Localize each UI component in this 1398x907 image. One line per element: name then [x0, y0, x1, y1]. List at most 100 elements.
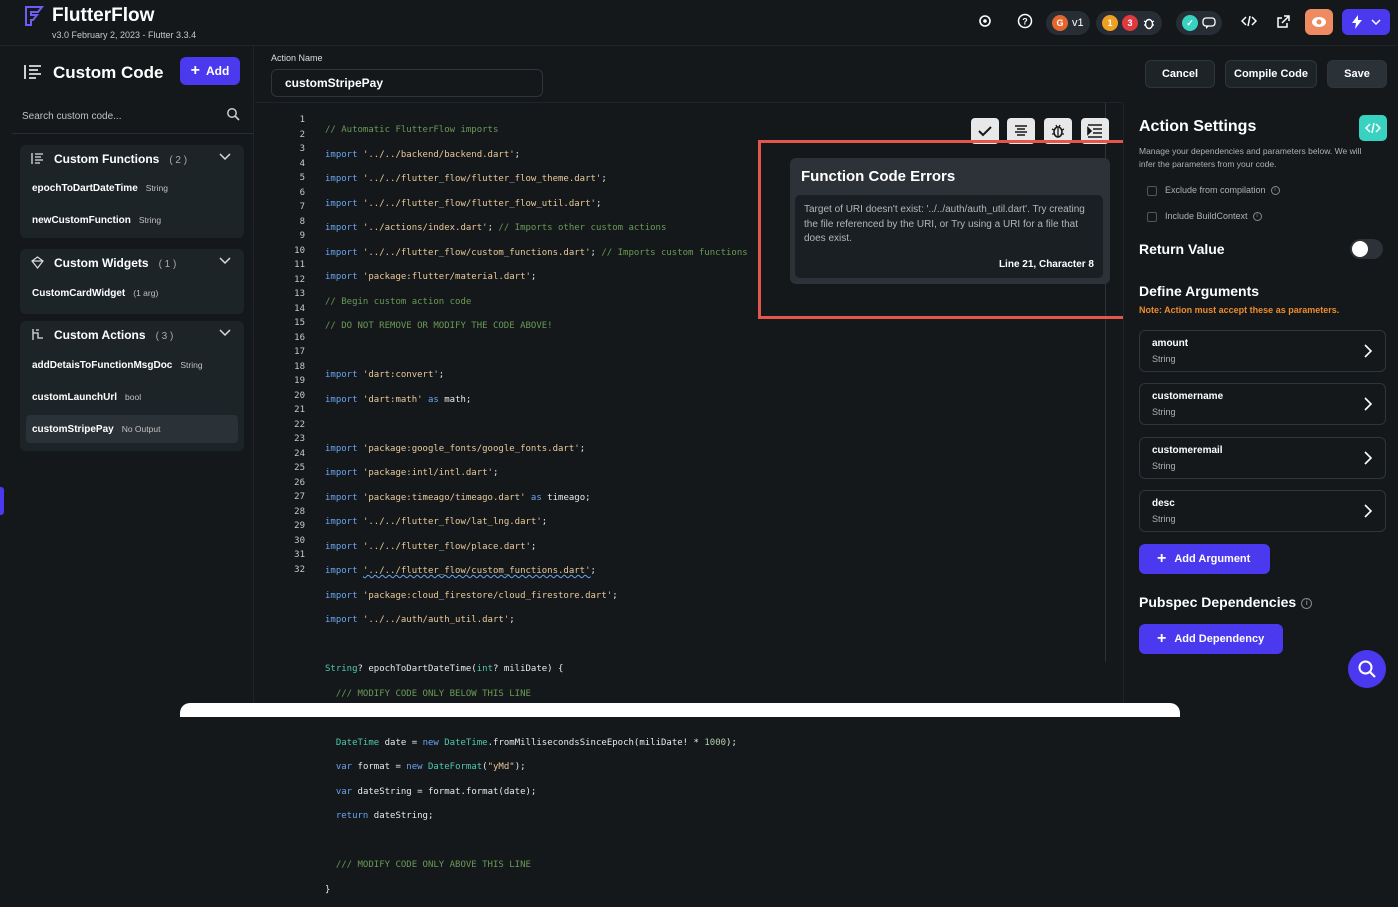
include-buildcontext-checkbox[interactable]: [1147, 212, 1157, 222]
error-item[interactable]: Target of URI doesn't exist: '../../auth…: [795, 195, 1103, 278]
code-view-icon[interactable]: [1239, 11, 1259, 31]
argument-name: desc: [1152, 498, 1175, 509]
line-number: 10: [294, 245, 305, 256]
item-type: String: [145, 183, 168, 193]
code-content[interactable]: // Automatic FlutterFlow imports import …: [325, 113, 748, 907]
search-icon[interactable]: [226, 107, 240, 121]
argument-row[interactable]: customername String: [1139, 383, 1386, 425]
add-argument-label: Add Argument: [1174, 553, 1251, 565]
item-name: addDetaisToFunctionMsgDoc: [32, 359, 173, 371]
function-list-icon: [31, 153, 43, 164]
search-box: [12, 98, 254, 134]
version-badge: v1: [1072, 17, 1084, 29]
align-center-icon: [1015, 125, 1027, 136]
info-icon[interactable]: i: [1301, 597, 1313, 609]
section-label: Custom Functions: [54, 152, 160, 166]
item-name: customLaunchUrl: [32, 391, 118, 403]
flutterflow-logo-icon: [25, 6, 45, 26]
help-search-button[interactable]: [1348, 650, 1386, 688]
search-input[interactable]: [22, 106, 222, 126]
line-number: 19: [294, 376, 305, 386]
line-number: 5: [299, 173, 305, 183]
sidebar-item-newcustomfunction[interactable]: newCustomFunction String: [26, 206, 238, 234]
error-count: 3: [1122, 15, 1138, 31]
line-number: 11: [294, 260, 305, 270]
line-number: 25: [294, 463, 305, 473]
plus-icon: +: [1157, 630, 1167, 647]
search-icon: [1358, 660, 1376, 678]
argument-row[interactable]: amount String: [1139, 330, 1386, 372]
argument-name: customeremail: [1152, 445, 1223, 456]
preview-button[interactable]: [1305, 9, 1333, 35]
add-button[interactable]: + Add: [180, 57, 240, 85]
sidebar-item-customcardwidget[interactable]: CustomCardWidget (1 arg): [26, 279, 238, 307]
chevron-down-icon[interactable]: [219, 153, 231, 161]
avatar-icon: G: [1052, 15, 1068, 31]
version-pill[interactable]: G v1: [1046, 11, 1090, 35]
section-label: Custom Widgets: [54, 256, 149, 270]
add-argument-button[interactable]: + Add Argument: [1139, 544, 1270, 574]
run-button[interactable]: [1342, 9, 1390, 35]
custom-code-panel: Custom Code + Add Custom Functions ( 2 ) …: [0, 46, 254, 709]
compile-code-button[interactable]: Compile Code: [1225, 60, 1317, 88]
custom-widgets-header[interactable]: Custom Widgets ( 1 ): [20, 249, 244, 277]
settings-icon[interactable]: [975, 11, 995, 31]
item-type: No Output: [121, 424, 161, 434]
sidebar-item-customstripepay[interactable]: customStripePay No Output: [26, 415, 238, 443]
info-icon[interactable]: i: [1252, 212, 1262, 222]
chevron-down-icon[interactable]: [219, 257, 231, 265]
left-rail-tab[interactable]: [0, 487, 4, 515]
add-dependency-button[interactable]: + Add Dependency: [1139, 624, 1283, 654]
line-number: 13: [294, 289, 305, 299]
line-number: 12: [294, 274, 305, 285]
chevron-down-icon[interactable]: [219, 329, 231, 337]
custom-widgets-section: Custom Widgets ( 1 ) CustomCardWidget (1 a…: [20, 249, 244, 314]
line-number: 28: [294, 506, 305, 517]
argument-row[interactable]: desc String: [1139, 490, 1386, 532]
include-buildcontext-label: Include BuildContext i: [1165, 211, 1262, 222]
argument-type: String: [1152, 514, 1176, 524]
line-number: 2: [299, 129, 305, 140]
chevron-right-icon: [1364, 504, 1373, 518]
argument-name: amount: [1152, 338, 1189, 349]
external-link-icon[interactable]: [1273, 11, 1293, 31]
warning-count: 1: [1102, 15, 1118, 31]
cancel-button[interactable]: Cancel: [1145, 60, 1215, 88]
exclude-checkbox[interactable]: [1147, 186, 1157, 196]
line-number: 6: [299, 187, 305, 198]
sidebar-item-epochtodartdatetime[interactable]: epochToDartDateTime String: [26, 174, 238, 202]
line-number: 31: [294, 550, 305, 560]
custom-functions-header[interactable]: Custom Functions ( 2 ): [20, 145, 244, 173]
plus-icon: +: [1157, 550, 1167, 567]
save-button[interactable]: Save: [1327, 60, 1387, 88]
argument-name: customername: [1152, 391, 1224, 402]
action-flow-icon: [32, 329, 43, 340]
app-logo[interactable]: FlutterFlow: [22, 4, 154, 28]
action-name-input[interactable]: customStripePay: [271, 69, 543, 97]
chevron-right-icon: [1364, 397, 1373, 411]
custom-actions-header[interactable]: Custom Actions ( 3 ): [20, 321, 244, 349]
error-title: Function Code Errors: [801, 168, 956, 185]
issues-pill[interactable]: 1 3: [1096, 11, 1162, 35]
line-number: 23: [294, 434, 305, 444]
line-number: 3: [299, 144, 305, 154]
bug-icon: [1143, 18, 1155, 30]
view-code-button[interactable]: [1359, 115, 1387, 141]
sidebar-item-customlaunchurl[interactable]: customLaunchUrl bool: [26, 383, 238, 411]
collab-pill[interactable]: ✓: [1176, 11, 1222, 35]
browser-overlay-edge: [180, 703, 1180, 717]
line-number: 16: [294, 332, 305, 343]
help-icon[interactable]: ?: [1015, 11, 1035, 31]
line-number: 27: [294, 492, 305, 502]
exclude-label: Exclude from compilation i: [1165, 185, 1280, 196]
return-value-toggle[interactable]: [1350, 239, 1383, 259]
info-icon[interactable]: i: [1270, 186, 1280, 196]
action-name-label: Action Name: [271, 53, 323, 63]
line-numbers: 1 2 3 4 5 6 7 8 9 10 11 12 13 14 15 16 17 18 19 20 21 22 23 24 2…: [283, 113, 305, 577]
line-number: 1: [299, 115, 305, 125]
sidebar-item-adddetaistofunctionmsgdoc[interactable]: addDetaisToFunctionMsgDoc String: [26, 351, 238, 379]
argument-row[interactable]: customeremail String: [1139, 437, 1386, 479]
item-name: CustomCardWidget: [32, 287, 126, 299]
item-type: bool: [125, 392, 142, 402]
line-number: 24: [294, 448, 305, 459]
